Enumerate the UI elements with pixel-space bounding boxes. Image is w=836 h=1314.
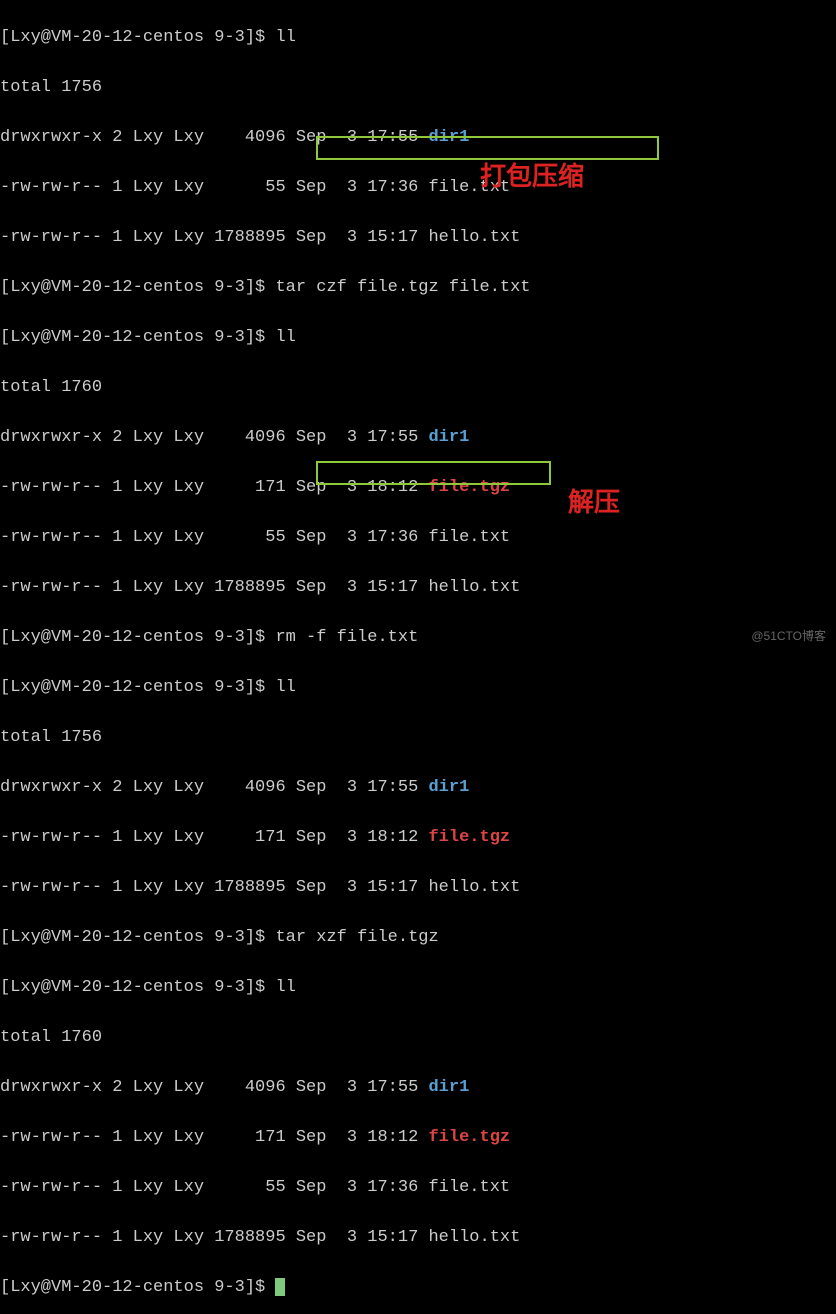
command-text: ll: [275, 28, 295, 47]
shell-prompt: [Lxy@VM-20-12-centos 9-3]$: [0, 28, 275, 47]
file-meta: -rw-rw-r-- 1 Lxy Lxy 55 Sep 3 17:36: [0, 528, 428, 547]
prompt-line: [Lxy@VM-20-12-centos 9-3]$ ll: [0, 675, 836, 700]
file-row: drwxrwxr-x 2 Lxy Lxy 4096 Sep 3 17:55 di…: [0, 775, 836, 800]
file-meta: -rw-rw-r-- 1 Lxy Lxy 1788895 Sep 3 15:17: [0, 228, 428, 247]
shell-prompt: [Lxy@VM-20-12-centos 9-3]$: [0, 678, 275, 697]
command-text: rm -f file.txt: [275, 628, 418, 647]
total-line: total 1760: [0, 1025, 836, 1050]
terminal-output[interactable]: [Lxy@VM-20-12-centos 9-3]$ ll total 1756…: [0, 0, 836, 1314]
file-name: hello.txt: [428, 228, 520, 247]
file-meta: drwxrwxr-x 2 Lxy Lxy 4096 Sep 3 17:55: [0, 428, 428, 447]
file-row: -rw-rw-r-- 1 Lxy Lxy 171 Sep 3 18:12 fil…: [0, 825, 836, 850]
file-meta: -rw-rw-r-- 1 Lxy Lxy 1788895 Sep 3 15:17: [0, 578, 428, 597]
file-row: -rw-rw-r-- 1 Lxy Lxy 1788895 Sep 3 15:17…: [0, 875, 836, 900]
file-row: -rw-rw-r-- 1 Lxy Lxy 1788895 Sep 3 15:17…: [0, 225, 836, 250]
file-name: dir1: [428, 128, 469, 147]
command-text: ll: [275, 678, 295, 697]
file-row: -rw-rw-r-- 1 Lxy Lxy 55 Sep 3 17:36 file…: [0, 525, 836, 550]
total-line: total 1760: [0, 375, 836, 400]
file-row: -rw-rw-r-- 1 Lxy Lxy 55 Sep 3 17:36 file…: [0, 1175, 836, 1200]
total-line: total 1756: [0, 75, 836, 100]
file-row: -rw-rw-r-- 1 Lxy Lxy 171 Sep 3 18:12 fil…: [0, 1125, 836, 1150]
shell-prompt: [Lxy@VM-20-12-centos 9-3]$: [0, 928, 275, 947]
shell-prompt: [Lxy@VM-20-12-centos 9-3]$: [0, 978, 275, 997]
file-row: drwxrwxr-x 2 Lxy Lxy 4096 Sep 3 17:55 di…: [0, 125, 836, 150]
total-line: total 1756: [0, 725, 836, 750]
file-name: file.txt: [428, 528, 510, 547]
shell-prompt: [Lxy@VM-20-12-centos 9-3]$: [0, 328, 275, 347]
prompt-line: [Lxy@VM-20-12-centos 9-3]$ tar czf file.…: [0, 275, 836, 300]
annotation-extract: 解压: [568, 490, 620, 515]
file-meta: -rw-rw-r-- 1 Lxy Lxy 171 Sep 3 18:12: [0, 478, 428, 497]
file-name: hello.txt: [428, 1228, 520, 1247]
prompt-line: [Lxy@VM-20-12-centos 9-3]$ ll: [0, 325, 836, 350]
shell-prompt: [Lxy@VM-20-12-centos 9-3]$: [0, 1278, 275, 1297]
file-meta: -rw-rw-r-- 1 Lxy Lxy 171 Sep 3 18:12: [0, 828, 428, 847]
file-meta: -rw-rw-r-- 1 Lxy Lxy 55 Sep 3 17:36: [0, 1178, 428, 1197]
prompt-line: [Lxy@VM-20-12-centos 9-3]$ rm -f file.tx…: [0, 625, 836, 650]
annotation-compress: 打包压缩: [480, 164, 584, 189]
file-row: -rw-rw-r-- 1 Lxy Lxy 1788895 Sep 3 15:17…: [0, 575, 836, 600]
file-name: dir1: [428, 428, 469, 447]
file-name: hello.txt: [428, 578, 520, 597]
file-row: -rw-rw-r-- 1 Lxy Lxy 1788895 Sep 3 15:17…: [0, 1225, 836, 1250]
file-name: file.tgz: [428, 1128, 510, 1147]
shell-prompt: [Lxy@VM-20-12-centos 9-3]$: [0, 628, 275, 647]
file-row: drwxrwxr-x 2 Lxy Lxy 4096 Sep 3 17:55 di…: [0, 1075, 836, 1100]
command-text: ll: [275, 978, 295, 997]
prompt-line: [Lxy@VM-20-12-centos 9-3]$: [0, 1275, 836, 1300]
file-meta: -rw-rw-r-- 1 Lxy Lxy 1788895 Sep 3 15:17: [0, 878, 428, 897]
file-meta: drwxrwxr-x 2 Lxy Lxy 4096 Sep 3 17:55: [0, 128, 428, 147]
command-text: tar xzf file.tgz: [275, 928, 438, 947]
file-name: file.tgz: [428, 478, 510, 497]
cursor-icon[interactable]: [275, 1278, 285, 1296]
shell-prompt: [Lxy@VM-20-12-centos 9-3]$: [0, 278, 275, 297]
file-meta: -rw-rw-r-- 1 Lxy Lxy 1788895 Sep 3 15:17: [0, 1228, 428, 1247]
file-meta: -rw-rw-r-- 1 Lxy Lxy 171 Sep 3 18:12: [0, 1128, 428, 1147]
file-row: drwxrwxr-x 2 Lxy Lxy 4096 Sep 3 17:55 di…: [0, 425, 836, 450]
file-meta: -rw-rw-r-- 1 Lxy Lxy 55 Sep 3 17:36: [0, 178, 428, 197]
watermark-text: @51CTO博客: [751, 624, 826, 649]
file-name: file.tgz: [428, 828, 510, 847]
command-text: ll: [275, 328, 295, 347]
file-name: file.txt: [428, 1178, 510, 1197]
prompt-line: [Lxy@VM-20-12-centos 9-3]$ ll: [0, 975, 836, 1000]
file-name: dir1: [428, 1078, 469, 1097]
file-meta: drwxrwxr-x 2 Lxy Lxy 4096 Sep 3 17:55: [0, 778, 428, 797]
file-name: dir1: [428, 778, 469, 797]
file-row: -rw-rw-r-- 1 Lxy Lxy 55 Sep 3 17:36 file…: [0, 175, 836, 200]
prompt-line: [Lxy@VM-20-12-centos 9-3]$ ll: [0, 25, 836, 50]
file-row: -rw-rw-r-- 1 Lxy Lxy 171 Sep 3 18:12 fil…: [0, 475, 836, 500]
prompt-line: [Lxy@VM-20-12-centos 9-3]$ tar xzf file.…: [0, 925, 836, 950]
file-name: hello.txt: [428, 878, 520, 897]
file-meta: drwxrwxr-x 2 Lxy Lxy 4096 Sep 3 17:55: [0, 1078, 428, 1097]
command-text: tar czf file.tgz file.txt: [275, 278, 530, 297]
